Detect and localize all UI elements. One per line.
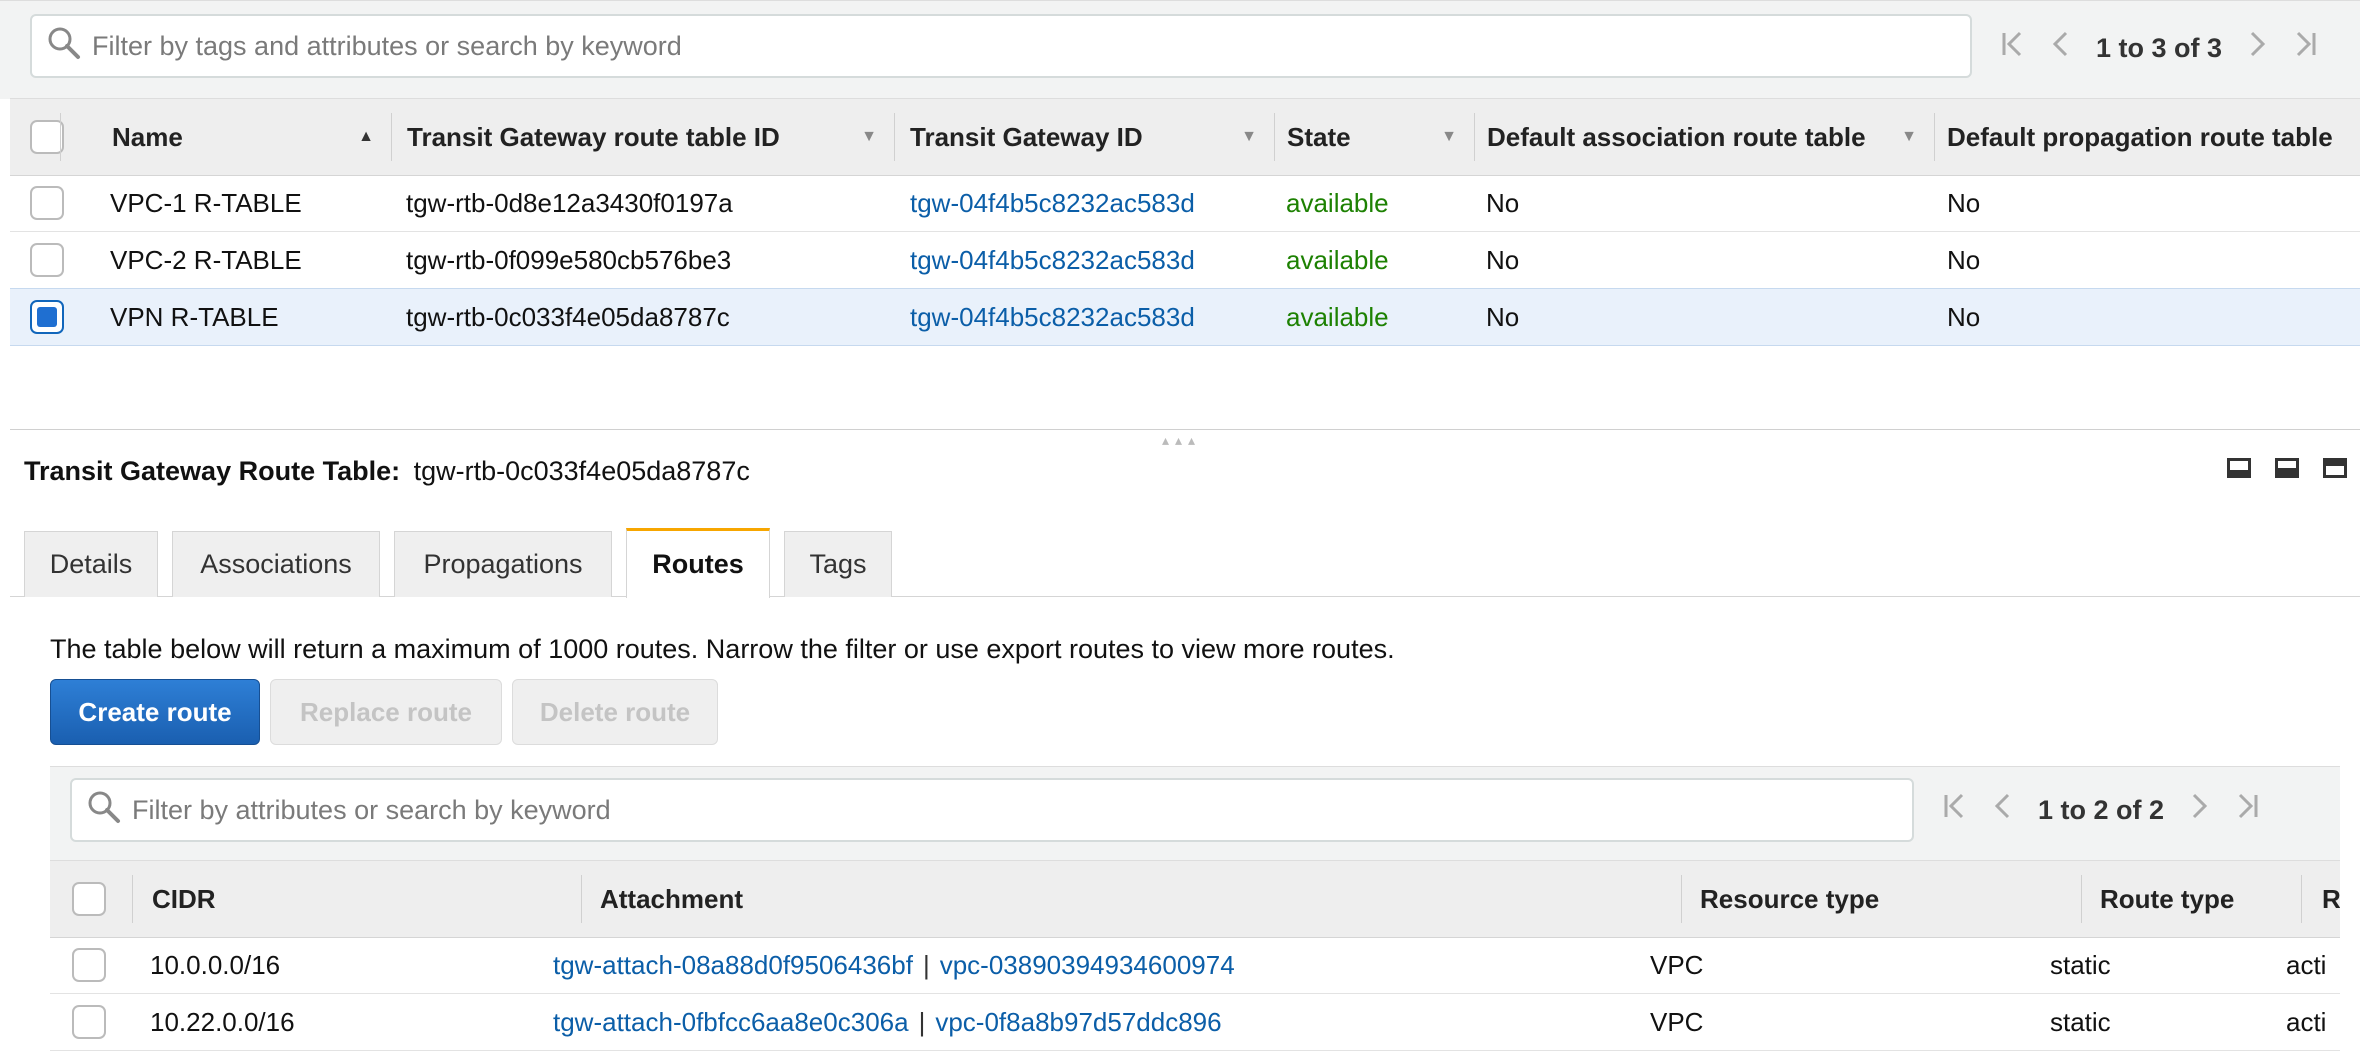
first-page-icon[interactable] xyxy=(1996,29,2030,67)
next-page-icon[interactable] xyxy=(2240,29,2274,67)
vpc-link[interactable]: vpc-0f8a8b97d57ddc896 xyxy=(935,1007,1221,1038)
top-search-field[interactable]: Filter by tags and attributes or search … xyxy=(30,14,1972,78)
routes-pagination: 1 to 2 of 2 xyxy=(1938,790,2264,830)
row-default-assoc: No xyxy=(1486,301,1520,332)
pane-top-icon[interactable] xyxy=(2323,458,2347,478)
row-checkbox[interactable] xyxy=(30,186,64,220)
vpc-link[interactable]: vpc-03890394934600974 xyxy=(940,950,1235,981)
route-cidr: 10.0.0.0/16 xyxy=(150,949,281,980)
select-all-checkbox[interactable] xyxy=(30,120,64,154)
prev-page-icon[interactable] xyxy=(2044,29,2078,67)
routes-info-text: The table below will return a maximum of… xyxy=(50,634,1395,664)
delete-route-button[interactable]: Delete route xyxy=(512,679,718,745)
top-pager-text: 1 to 3 of 3 xyxy=(2096,32,2223,63)
row-tgw-id-link[interactable]: tgw-04f4b5c8232ac583d xyxy=(910,175,1195,231)
route-attachment: tgw-attach-0fbfcc6aa8e0c306a | vpc-0f8a8… xyxy=(553,994,1222,1050)
col-name-header[interactable]: Name ▲ xyxy=(62,99,392,175)
row-name: VPN R-TABLE xyxy=(110,301,279,332)
next-page-icon[interactable] xyxy=(2182,791,2216,829)
route-type: static xyxy=(2050,1006,2111,1037)
sort-caret-icon: ▼ xyxy=(1241,128,1257,145)
detail-title: Transit Gateway Route Table: tgw-rtb-0c0… xyxy=(24,456,750,487)
separator: | xyxy=(922,949,930,980)
sort-caret-icon: ▼ xyxy=(1901,128,1917,145)
tab-associations[interactable]: Associations xyxy=(172,531,380,597)
attachment-link[interactable]: tgw-attach-0fbfcc6aa8e0c306a xyxy=(553,1007,909,1038)
tab-routes[interactable]: Routes xyxy=(626,528,770,598)
detail-title-label: Transit Gateway Route Table: xyxy=(24,456,401,486)
col-route-state-header[interactable]: Rou xyxy=(2302,861,2340,937)
tab-tags[interactable]: Tags xyxy=(784,531,892,597)
row-tgw-id-link[interactable]: tgw-04f4b5c8232ac583d xyxy=(910,232,1195,288)
row-tgw-id-link[interactable]: tgw-04f4b5c8232ac583d xyxy=(910,289,1195,345)
row-checkbox[interactable] xyxy=(72,1005,106,1039)
routes-search-placeholder: Filter by attributes or search by keywor… xyxy=(132,794,611,825)
routes-search-field[interactable]: Filter by attributes or search by keywor… xyxy=(70,778,1914,842)
col-state-header[interactable]: State ▼ xyxy=(1275,99,1475,175)
route-state: acti xyxy=(2286,1006,2327,1037)
col-rtb-id-header[interactable]: Transit Gateway route table ID ▼ xyxy=(392,99,895,175)
replace-route-button[interactable]: Replace route xyxy=(270,679,502,745)
sort-asc-icon: ▲ xyxy=(358,128,374,145)
top-search-placeholder: Filter by tags and attributes or search … xyxy=(92,30,682,61)
row-rtb-id: tgw-rtb-0c033f4e05da8787c xyxy=(406,301,730,332)
row-rtb-id: tgw-rtb-0d8e12a3430f0197a xyxy=(406,187,733,218)
row-name: VPC-2 R-TABLE xyxy=(110,244,302,275)
row-rtb-id: tgw-rtb-0f099e580cb576be3 xyxy=(406,244,732,275)
route-resource-type: VPC xyxy=(1650,949,1704,980)
last-page-icon[interactable] xyxy=(2230,791,2264,829)
row-default-prop: No xyxy=(1947,187,1981,218)
route-row[interactable]: 10.0.0.0/16 tgw-attach-08a88d0f9506436bf… xyxy=(50,937,2340,994)
select-all-routes-checkbox[interactable] xyxy=(72,882,106,916)
col-tgw-id-header[interactable]: Transit Gateway ID ▼ xyxy=(895,99,1275,175)
route-row[interactable]: 10.22.0.0/16 tgw-attach-0fbfcc6aa8e0c306… xyxy=(50,994,2340,1051)
separator: | xyxy=(918,1006,926,1037)
last-page-icon[interactable] xyxy=(2288,29,2322,67)
prev-page-icon[interactable] xyxy=(1986,791,2020,829)
col-attachment-header[interactable]: Attachment xyxy=(582,861,1682,937)
col-resource-type-header[interactable]: Resource type xyxy=(1682,861,2082,937)
route-resource-type: VPC xyxy=(1650,1006,1704,1037)
row-name: VPC-1 R-TABLE xyxy=(110,187,302,218)
search-icon xyxy=(86,789,122,832)
attachment-link[interactable]: tgw-attach-08a88d0f9506436bf xyxy=(553,950,913,981)
search-icon xyxy=(46,25,82,68)
col-default-prop-header[interactable]: Default propagation route table xyxy=(1935,99,2360,175)
tab-details[interactable]: Details xyxy=(24,531,158,597)
row-default-prop: No xyxy=(1947,301,1981,332)
first-page-icon[interactable] xyxy=(1938,791,1972,829)
route-cidr: 10.22.0.0/16 xyxy=(150,1006,295,1037)
row-default-assoc: No xyxy=(1486,244,1520,275)
row-default-assoc: No xyxy=(1486,187,1520,218)
table-row-selected[interactable]: VPN R-TABLE tgw-rtb-0c033f4e05da8787c tg… xyxy=(10,288,2360,346)
col-route-type-header[interactable]: Route type xyxy=(2082,861,2302,937)
table-row[interactable]: VPC-1 R-TABLE tgw-rtb-0d8e12a3430f0197a … xyxy=(10,175,2360,232)
detail-title-value: tgw-rtb-0c033f4e05da8787c xyxy=(413,456,750,486)
pane-split-icon[interactable] xyxy=(2275,458,2299,478)
route-attachment: tgw-attach-08a88d0f9506436bf | vpc-03890… xyxy=(553,937,1235,993)
route-state: acti xyxy=(2286,949,2327,980)
pane-bottom-icon[interactable] xyxy=(2227,458,2251,478)
col-default-assoc-header[interactable]: Default association route table ▼ xyxy=(1475,99,1935,175)
row-default-prop: No xyxy=(1947,244,1981,275)
top-pagination: 1 to 3 of 3 xyxy=(1996,28,2322,68)
row-checkbox[interactable] xyxy=(30,243,64,277)
create-route-button[interactable]: Create route xyxy=(50,679,260,745)
col-cidr-header[interactable]: CIDR xyxy=(134,861,582,937)
top-table-header: Name ▲ Transit Gateway route table ID ▼ … xyxy=(10,98,2360,176)
routes-pager-text: 1 to 2 of 2 xyxy=(2038,794,2165,825)
row-state: available xyxy=(1286,187,1389,218)
row-checkbox-checked[interactable] xyxy=(30,300,64,334)
sort-caret-icon: ▼ xyxy=(1441,128,1457,145)
sort-caret-icon: ▼ xyxy=(861,128,877,145)
route-type: static xyxy=(2050,949,2111,980)
row-state: available xyxy=(1286,301,1389,332)
routes-table-header: CIDR Attachment Resource type Route type… xyxy=(50,860,2340,938)
row-state: available xyxy=(1286,244,1389,275)
table-row[interactable]: VPC-2 R-TABLE tgw-rtb-0f099e580cb576be3 … xyxy=(10,232,2360,289)
row-checkbox[interactable] xyxy=(72,948,106,982)
pane-divider[interactable] xyxy=(10,429,2360,430)
tab-propagations[interactable]: Propagations xyxy=(394,531,612,597)
drag-handle-icon[interactable]: ▴▴▴ xyxy=(1162,432,1201,449)
